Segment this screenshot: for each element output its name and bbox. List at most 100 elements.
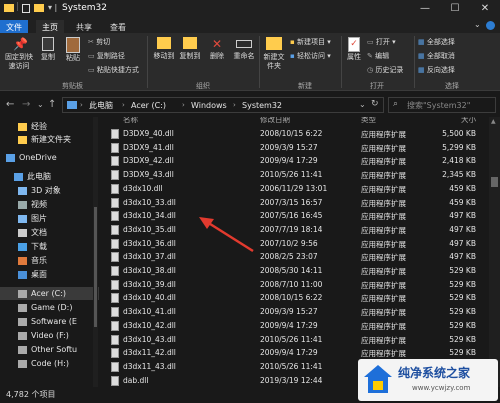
help-icon[interactable] — [486, 21, 495, 30]
column-date[interactable]: 修改日期 — [260, 117, 290, 125]
cut-button[interactable]: ✂ 剪切 — [88, 37, 110, 47]
column-name[interactable]: 名称 — [123, 117, 138, 125]
scroll-up-icon[interactable]: ▲ — [491, 119, 496, 125]
file-row[interactable]: d3dx10_42.dll 2009/9/4 17:29 应用程序扩展 529 KB — [99, 318, 489, 331]
sidebar-item[interactable]: 新建文件夹 — [0, 133, 99, 146]
paste-button[interactable]: 粘贴 — [61, 37, 85, 62]
qat-new-folder-icon[interactable] — [34, 4, 44, 12]
tab-home[interactable]: 主页 — [36, 20, 64, 33]
column-type[interactable]: 类型 — [361, 117, 376, 125]
file-name: d3dx10_41.dll — [123, 307, 176, 317]
sidebar-item[interactable]: 图片 — [0, 212, 99, 225]
minimize-button[interactable]: — — [410, 0, 440, 18]
pin-quick-access-button[interactable]: 📌 固定到快速访问 — [2, 37, 36, 71]
open-button[interactable]: ▭ 打开 ▾ — [367, 37, 396, 47]
file-row[interactable]: d3dx10_37.dll 2008/2/5 23:07 应用程序扩展 497 KB — [99, 249, 489, 263]
file-row[interactable]: D3DX9_40.dll 2008/10/15 6:22 应用程序扩展 5,500 K… — [99, 126, 489, 139]
sidebar-item[interactable]: 经验 — [0, 120, 99, 133]
sidebar-item[interactable]: OneDrive — [0, 151, 99, 164]
tab-file[interactable]: 文件 — [0, 20, 28, 33]
file-date: 2008/2/5 23:07 — [260, 252, 318, 262]
search-input[interactable]: 搜索"System32" — [407, 102, 470, 110]
qat-properties-icon[interactable] — [22, 4, 30, 13]
sidebar-item[interactable]: 桌面 — [0, 268, 99, 281]
address-dropdown-icon[interactable]: ⌄ — [359, 101, 366, 109]
file-date: 2009/9/4 17:29 — [260, 320, 318, 330]
crumb-system32[interactable]: System32 — [242, 102, 282, 110]
copy-button[interactable]: 复制 — [38, 37, 58, 61]
sidebar-item[interactable]: 此电脑 — [0, 170, 99, 183]
easy-access-button[interactable]: ▪ 轻松访问 ▾ — [290, 51, 331, 61]
crumb-this-pc[interactable]: 此电脑 — [89, 102, 113, 110]
file-row[interactable]: d3dx10_43.dll 2010/5/26 11:41 应用程序扩展 529 KB — [99, 332, 489, 345]
tab-share[interactable]: 共享 — [70, 20, 98, 33]
new-folder-button[interactable]: 新建文件夹 — [262, 37, 286, 71]
sidebar-item[interactable]: Video (F:) — [0, 329, 99, 342]
select-all-button[interactable]: ▦ 全部选择 — [418, 37, 455, 47]
file-size: 529 KB — [449, 279, 476, 289]
search-box[interactable]: ⌕ 搜索"System32" — [388, 97, 496, 113]
refresh-icon[interactable]: ↻ — [371, 100, 379, 109]
file-list-scroll-thumb[interactable] — [491, 177, 498, 187]
drive-icon — [18, 331, 27, 340]
file-row[interactable]: d3dx10_33.dll 2007/3/15 16:57 应用程序扩展 459 KB — [99, 195, 489, 208]
file-row[interactable]: d3dx10_34.dll 2007/5/16 16:45 应用程序扩展 497 KB — [99, 208, 489, 222]
drive-icon — [18, 289, 27, 298]
pin-icon: 📌 — [13, 37, 28, 51]
collapse-ribbon-icon[interactable]: ⌄ — [474, 21, 481, 29]
rename-button[interactable]: 重命名 — [230, 37, 258, 60]
sidebar-item[interactable]: Game (D:) — [0, 301, 99, 314]
file-row[interactable]: d3dx10_40.dll 2008/10/15 6:22 应用程序扩展 529 KB — [99, 290, 489, 304]
sidebar-scroll-thumb[interactable] — [94, 207, 97, 327]
maximize-button[interactable]: ☐ — [440, 0, 470, 18]
recent-dropdown-icon[interactable]: ⌄ — [37, 101, 44, 109]
invert-selection-button[interactable]: ▦ 反向选择 — [418, 65, 455, 75]
select-none-button[interactable]: ▦ 全部取消 — [418, 51, 455, 61]
sidebar-scrollbar[interactable] — [93, 117, 98, 387]
sidebar-item[interactable]: 视频 — [0, 198, 99, 211]
sidebar-item[interactable]: 音乐 — [0, 254, 99, 267]
file-row[interactable]: D3DX9_43.dll 2010/5/26 11:41 应用程序扩展 2,345 K… — [99, 167, 489, 181]
close-button[interactable]: ✕ — [470, 0, 500, 18]
sidebar-item[interactable]: 3D 对象 — [0, 184, 99, 197]
file-row[interactable]: d3dx10_35.dll 2007/7/19 18:14 应用程序扩展 497 KB — [99, 222, 489, 235]
file-row[interactable]: d3dx10_38.dll 2008/5/30 14:11 应用程序扩展 529 KB — [99, 263, 489, 276]
select-all-icon: ▦ — [418, 38, 425, 46]
file-row[interactable]: d3dx10_39.dll 2008/7/10 11:00 应用程序扩展 529 KB — [99, 277, 489, 290]
sidebar-item[interactable]: 文档 — [0, 226, 99, 239]
sidebar-item[interactable]: Acer (C:) — [0, 287, 99, 300]
title-bar: | ▾ | System32 — ☐ ✕ — [0, 0, 500, 18]
file-row[interactable]: D3DX9_41.dll 2009/3/9 15:27 应用程序扩展 5,299 KB — [99, 140, 489, 153]
sidebar-item[interactable]: Code (H:) — [0, 357, 99, 370]
file-row[interactable]: d3dx10.dll 2006/11/29 13:01 应用程序扩展 459 KB — [99, 181, 489, 194]
qat-dropdown-icon[interactable]: ▾ | — [48, 4, 57, 12]
history-button[interactable]: ◷ 历史记录 — [367, 65, 403, 75]
file-row[interactable]: D3DX9_42.dll 2009/9/4 17:29 应用程序扩展 2,418 KB — [99, 153, 489, 167]
file-list-scrollbar[interactable]: ▲ ▼ — [489, 117, 500, 387]
download-icon — [18, 242, 27, 251]
copy-path-button[interactable]: ▭ 复制路径 — [88, 51, 125, 61]
properties-button[interactable]: ✓ 属性 — [344, 37, 364, 61]
new-item-button[interactable]: ▪ 新建项目 ▾ — [290, 37, 331, 47]
paste-shortcut-button[interactable]: ▭ 粘贴快捷方式 — [88, 65, 139, 75]
file-size: 5,299 KB — [442, 142, 476, 152]
edit-button[interactable]: ✎ 编辑 — [367, 51, 389, 61]
crumb-windows[interactable]: Windows — [191, 102, 227, 110]
crumb-drive[interactable]: Acer (C:) — [131, 102, 166, 110]
sidebar-item-label: 此电脑 — [27, 171, 51, 181]
sidebar-item[interactable]: Other Softu — [0, 343, 99, 356]
breadcrumb[interactable]: › 此电脑 › Acer (C:) › Windows › System32 ⌄… — [62, 97, 384, 113]
sidebar-item[interactable]: 下载 — [0, 240, 99, 253]
up-arrow-icon[interactable]: ↑ — [48, 100, 56, 110]
tab-view[interactable]: 查看 — [104, 20, 132, 33]
column-size[interactable]: 大小 — [441, 117, 476, 125]
file-row[interactable]: d3dx11_42.dll 2009/9/4 17:29 应用程序扩展 529 KB — [99, 345, 489, 359]
copy-to-button[interactable]: 复制到 — [178, 37, 202, 60]
forward-arrow-icon[interactable]: → — [22, 100, 30, 110]
delete-button[interactable]: ✕ 删除 — [206, 37, 228, 60]
back-arrow-icon[interactable]: ← — [6, 100, 14, 110]
file-row[interactable]: d3dx10_36.dll 2007/10/2 9:56 应用程序扩展 497 KB — [99, 236, 489, 249]
sidebar-item[interactable]: Software (E — [0, 315, 99, 328]
move-to-button[interactable]: 移动到 — [152, 37, 176, 60]
file-row[interactable]: d3dx10_41.dll 2009/3/9 15:27 应用程序扩展 529 KB — [99, 304, 489, 318]
